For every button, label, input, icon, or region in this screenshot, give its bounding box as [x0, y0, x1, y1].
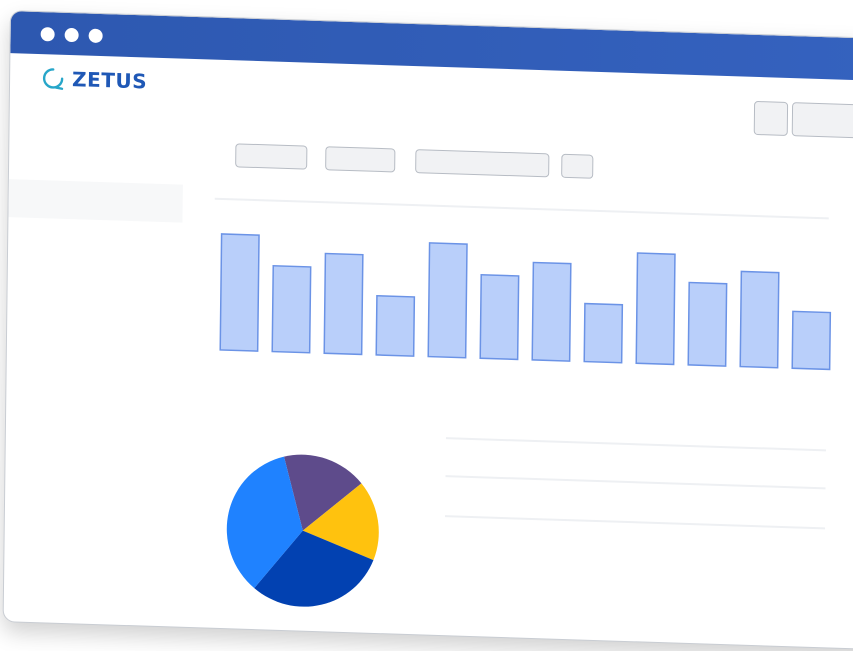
blank-filter[interactable]	[325, 146, 396, 173]
divider	[214, 197, 829, 220]
blank-filter[interactable]	[235, 143, 308, 170]
blank-filter[interactable]	[561, 153, 594, 179]
bar	[739, 270, 780, 369]
bar	[427, 242, 468, 359]
divider	[445, 475, 826, 490]
close-dot[interactable]	[40, 27, 55, 42]
bar	[687, 281, 728, 367]
bar	[219, 233, 260, 352]
pie-chart	[222, 448, 384, 618]
browser-window: ZETUS	[0, 4, 853, 651]
blank-filter[interactable]	[415, 149, 550, 178]
bar	[635, 252, 676, 366]
bar-chart-svg	[219, 233, 832, 371]
bar	[531, 261, 572, 362]
bar	[583, 302, 624, 364]
bar	[271, 264, 312, 354]
logo-ring-icon	[42, 68, 64, 90]
bar	[791, 310, 832, 371]
bar	[375, 294, 416, 357]
blank-button[interactable]	[791, 102, 853, 139]
pie-chart-svg	[226, 454, 379, 607]
logo-text: ZETUS	[71, 67, 148, 94]
sidebar-item[interactable]	[8, 179, 183, 223]
bar	[323, 252, 364, 356]
divider	[445, 515, 826, 530]
blank-button[interactable]	[753, 100, 789, 136]
divider	[445, 437, 826, 452]
maximize-dot[interactable]	[88, 28, 103, 44]
bar	[479, 273, 520, 361]
screenshot-stage: ZETUS	[0, 0, 853, 651]
bar-chart	[213, 220, 839, 380]
window-frame: ZETUS	[2, 10, 853, 651]
minimize-dot[interactable]	[64, 27, 79, 43]
brand-logo[interactable]: ZETUS	[40, 66, 147, 93]
